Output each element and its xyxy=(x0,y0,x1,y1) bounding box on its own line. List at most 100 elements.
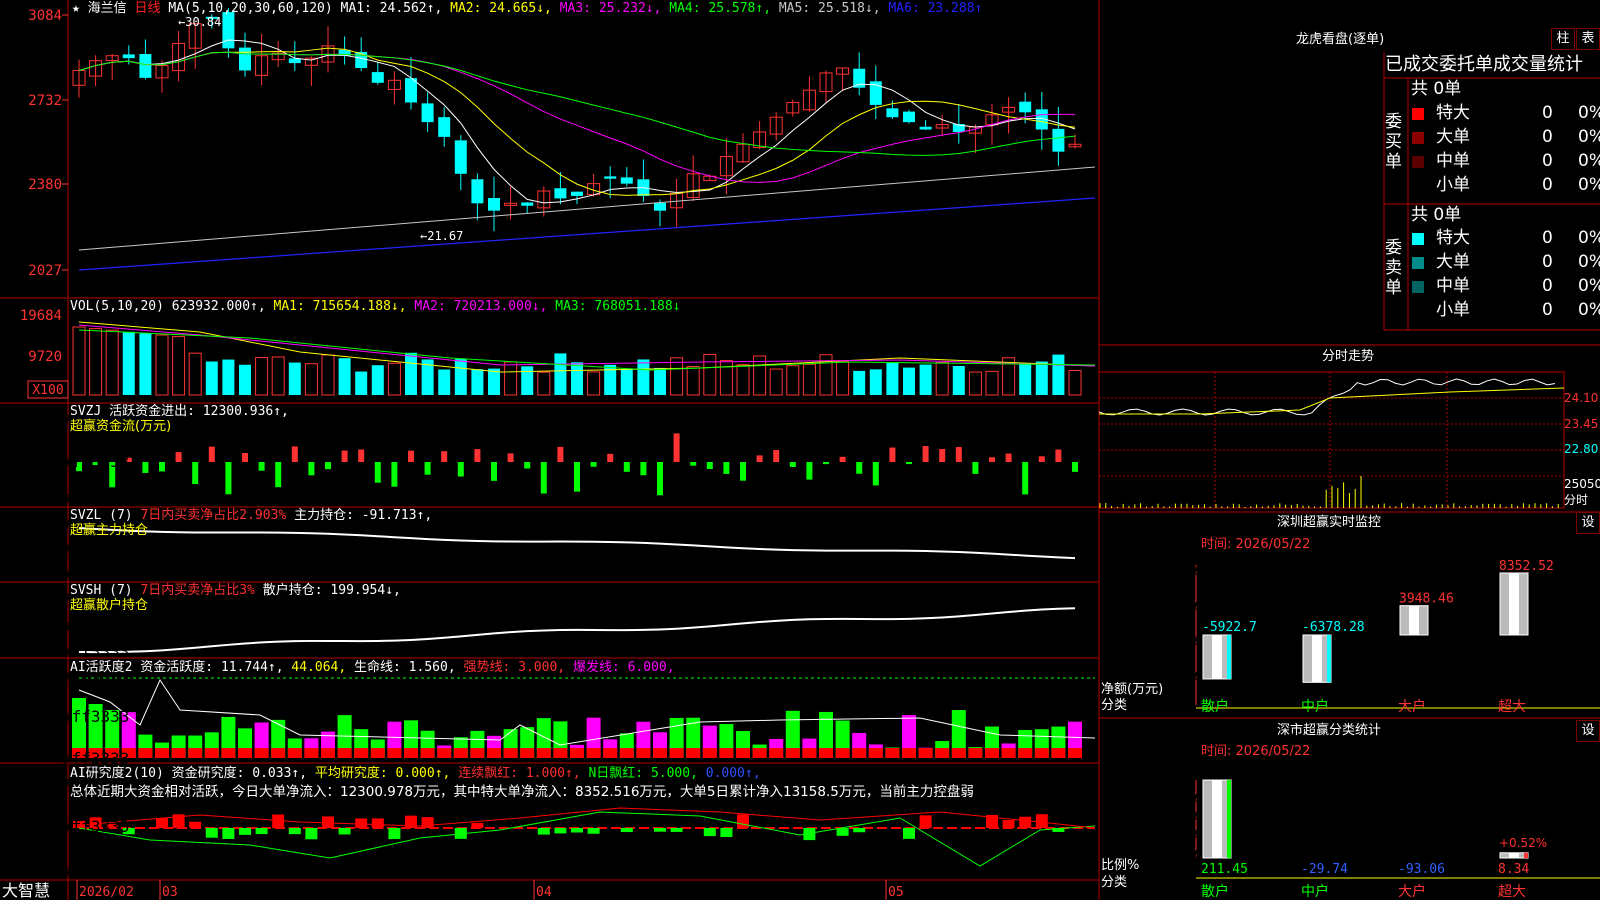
ai2-base xyxy=(470,748,485,758)
volume-bar xyxy=(670,357,684,396)
volume-bar xyxy=(952,365,965,395)
monitor-bar-highlight xyxy=(1509,573,1519,635)
candle-down xyxy=(886,108,899,118)
ai2-base xyxy=(819,748,833,758)
svzj-bar xyxy=(374,462,381,483)
volume-bar xyxy=(620,368,633,395)
volume-bar xyxy=(686,365,700,396)
svzj-legend: SVZJ 活跃资金进出: 12300.936↑, xyxy=(70,404,289,419)
candle-down xyxy=(1052,128,1065,152)
stats-settings-button[interactable]: 设 xyxy=(1576,720,1600,742)
svzj-bar xyxy=(441,451,448,462)
volume-bar xyxy=(736,364,750,396)
svzj-bar xyxy=(341,450,348,462)
ai-research-bar xyxy=(571,828,583,833)
volume-bar xyxy=(654,367,666,395)
sell-row-swatch-1 xyxy=(1412,257,1424,269)
intraday-vol: 25050 xyxy=(1564,477,1600,491)
ai2-base xyxy=(653,748,667,758)
ai2-base xyxy=(835,748,850,758)
monitor-value-label: 8352.52 xyxy=(1499,559,1554,574)
period-label[interactable]: 日线 xyxy=(135,1,161,16)
bar-view-button[interactable]: 柱 xyxy=(1551,28,1575,50)
chart-canvas[interactable]: ←30.84 ←21.67 3084 2732 2380 2027 19684 9720 X10… xyxy=(0,0,1600,900)
volume-bar xyxy=(304,363,318,396)
ai2-base xyxy=(304,748,319,758)
ai-research-bar xyxy=(620,828,633,833)
volume-bar xyxy=(786,365,800,396)
ai-research-bar xyxy=(1019,816,1032,828)
buy-row-pct-1: 0% xyxy=(1578,127,1600,147)
ma-legend-item-5: MA5: 25.518↓, xyxy=(771,1,881,16)
volume-bar xyxy=(769,368,783,396)
stats-bar-edge xyxy=(1227,780,1231,858)
ai2-base xyxy=(387,748,402,758)
svzj-bar xyxy=(955,447,962,462)
monitor-category: 超大 xyxy=(1498,699,1526,715)
star-icon[interactable]: ★ xyxy=(72,1,80,16)
date-tick: 03 xyxy=(162,885,178,900)
ai2-base xyxy=(1068,748,1082,758)
ai2-base xyxy=(1051,748,1066,758)
vol-tick: 9720 xyxy=(28,349,62,365)
svzj-bar xyxy=(275,462,282,488)
monitor-settings-button[interactable]: 设 xyxy=(1576,512,1600,534)
volume-bar xyxy=(239,364,251,395)
volume-bar xyxy=(637,359,650,395)
volume-bar xyxy=(405,352,417,395)
ai2-base xyxy=(669,748,684,758)
monitor-category: 中户 xyxy=(1301,698,1329,715)
ai-research-summary: 总体近期大资金相对活跃，今日大单净流入：12300.978万元，其中特大单净流入… xyxy=(70,784,974,800)
candle-down xyxy=(903,111,915,123)
date-tick: 04 xyxy=(536,885,552,900)
vol-legend-item-2: MA1: 715654.188↓, xyxy=(265,299,407,314)
ma-legend-item-4: MA4: 25.578↑, xyxy=(661,1,772,16)
volume-bar xyxy=(554,353,567,395)
svzj-bar xyxy=(491,462,497,481)
table-view-button[interactable]: 表 xyxy=(1576,28,1600,50)
ai2-base xyxy=(918,748,933,758)
intraday-price-1: 24.10 xyxy=(1564,391,1599,405)
volume-bar xyxy=(205,361,218,395)
candle-down xyxy=(371,72,384,83)
volume-bar xyxy=(371,365,384,395)
volume-bar xyxy=(587,371,601,396)
axis-label: #ff3333 xyxy=(62,862,129,881)
ai-research-bar xyxy=(1002,820,1015,828)
volume-bar xyxy=(968,371,982,396)
ai2-base xyxy=(1018,748,1033,758)
svzj-bar xyxy=(773,450,780,462)
buy-row-pct-0: 0% xyxy=(1578,103,1600,123)
ma-legend-item-6: MA6: 23.288↑ xyxy=(880,1,983,16)
ai2-base xyxy=(686,748,701,758)
svzj-bar xyxy=(789,462,796,467)
ai2-base xyxy=(1001,748,1016,758)
candle-down xyxy=(554,188,567,199)
sell-total: 共 0单 xyxy=(1411,205,1462,225)
ai2-base xyxy=(155,748,169,758)
buy-row-label-1: 大单 xyxy=(1436,127,1470,147)
axis-label: #ff3333 xyxy=(62,707,129,726)
ai2-base xyxy=(171,748,186,758)
ai2-base xyxy=(902,748,916,758)
date-tick: 05 xyxy=(888,885,904,900)
volume-bar xyxy=(1068,370,1082,396)
stats-value-label: 211.45 xyxy=(1201,862,1248,877)
ai2-base xyxy=(752,748,767,758)
buy-row-swatch-0 xyxy=(1412,108,1424,120)
candle-down xyxy=(222,12,235,49)
buy-row-label-2: 中单 xyxy=(1436,151,1470,171)
sell-row-swatch-0 xyxy=(1412,233,1424,245)
ai-research-bar xyxy=(720,828,733,838)
volume-bar xyxy=(869,369,882,395)
candle-down xyxy=(488,198,500,211)
svzj-bar xyxy=(208,446,215,462)
candle-down xyxy=(239,47,251,71)
candle-down xyxy=(654,202,666,211)
svsh-legend: SVSH (7) 7日内买卖净占比3% 散户持仓: 199.954↓, xyxy=(70,583,401,598)
ai-research-bar xyxy=(371,818,384,828)
volume-bar xyxy=(521,366,534,395)
vol-tick: 19684 xyxy=(20,308,62,324)
price-tick: 2732 xyxy=(28,93,62,109)
ai2-base xyxy=(885,748,900,758)
